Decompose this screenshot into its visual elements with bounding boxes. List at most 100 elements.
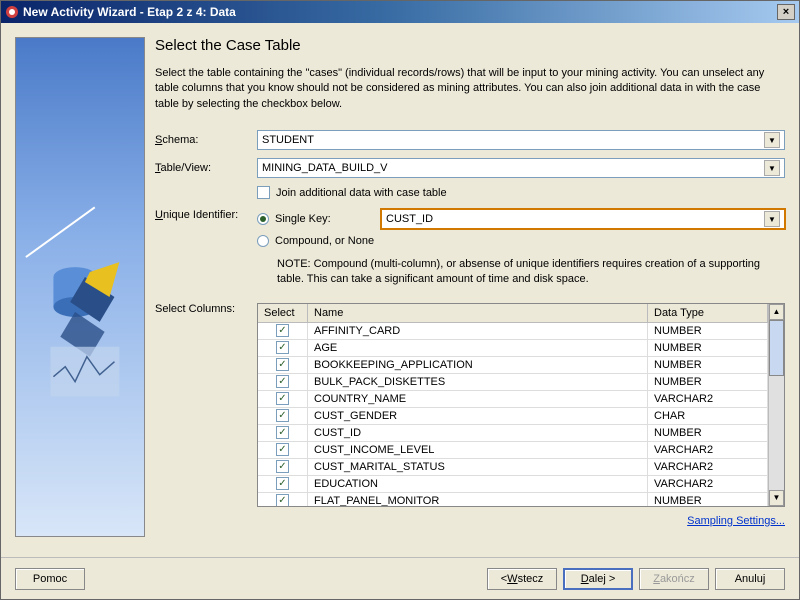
scrollbar-thumb[interactable] xyxy=(769,320,784,376)
join-checkbox[interactable] xyxy=(257,186,270,199)
row-select-cell: ✓ xyxy=(258,340,308,356)
row-type-cell: VARCHAR2 xyxy=(648,459,768,475)
row-select-cell: ✓ xyxy=(258,442,308,458)
finish-button: Zakończ xyxy=(639,568,709,590)
sampling-settings-link[interactable]: Sampling Settings... xyxy=(155,515,785,527)
select-columns-label: Select Columns: xyxy=(155,303,249,315)
row-type-cell: NUMBER xyxy=(648,493,768,506)
row-checkbox[interactable]: ✓ xyxy=(276,443,289,456)
scroll-down-icon[interactable]: ▼ xyxy=(769,490,784,506)
row-type-cell: CHAR xyxy=(648,408,768,424)
table-row[interactable]: ✓ CUST_GENDERCHAR xyxy=(258,408,768,425)
table-row[interactable]: ✓AGENUMBER xyxy=(258,340,768,357)
next-button[interactable]: Dalej > xyxy=(563,568,633,590)
columns-grid-wrap: Select Name Data Type ✓AFFINITY_CARDNUMB… xyxy=(257,303,785,507)
compound-row: Compound, or None xyxy=(257,235,785,247)
compound-radio[interactable] xyxy=(257,235,269,247)
page-heading: Select the Case Table xyxy=(155,37,785,54)
compound-label: Compound, or None xyxy=(275,235,374,247)
table-row[interactable]: ✓AFFINITY_CARDNUMBER xyxy=(258,323,768,340)
row-select-cell: ✓ xyxy=(258,425,308,441)
row-name-cell: AGE xyxy=(308,340,648,356)
window-title: New Activity Wizard - Etap 2 z 4: Data xyxy=(23,5,777,19)
row-checkbox[interactable]: ✓ xyxy=(276,426,289,439)
table-row: Table/View: MINING_DATA_BUILD_V ▼ xyxy=(155,158,785,178)
help-button[interactable]: Pomoc xyxy=(15,568,85,590)
table-row[interactable]: ✓ CUST_INCOME_LEVELVARCHAR2 xyxy=(258,442,768,459)
row-checkbox[interactable]: ✓ xyxy=(276,324,289,337)
row-name-cell: EDUCATION xyxy=(308,476,648,492)
table-row[interactable]: ✓ EDUCATIONVARCHAR2 xyxy=(258,476,768,493)
join-checkbox-row: Join additional data with case table xyxy=(257,186,785,199)
row-name-cell: BOOKKEEPING_APPLICATION xyxy=(308,357,648,373)
wizard-window: New Activity Wizard - Etap 2 z 4: Data × xyxy=(0,0,800,600)
row-type-cell: VARCHAR2 xyxy=(648,442,768,458)
table-row[interactable]: ✓ COUNTRY_NAMEVARCHAR2 xyxy=(258,391,768,408)
uid-label: Unique Identifier: xyxy=(155,209,249,221)
row-checkbox[interactable]: ✓ xyxy=(276,477,289,490)
cancel-button[interactable]: Anuluj xyxy=(715,568,785,590)
single-key-value: CUST_ID xyxy=(386,213,433,225)
dropdown-arrow-icon: ▼ xyxy=(764,132,780,148)
col-header-data-type[interactable]: Data Type xyxy=(648,304,768,322)
table-row[interactable]: ✓CUST_MARITAL_STATUSVARCHAR2 xyxy=(258,459,768,476)
app-icon xyxy=(5,5,19,19)
row-checkbox[interactable]: ✓ xyxy=(276,375,289,388)
single-key-row: Single Key: CUST_ID ▼ xyxy=(257,209,785,229)
row-type-cell: NUMBER xyxy=(648,323,768,339)
row-name-cell: CUST_ID xyxy=(308,425,648,441)
schema-value: STUDENT xyxy=(262,134,314,146)
body: Select the Case Table Select the table c… xyxy=(1,23,799,557)
row-type-cell: NUMBER xyxy=(648,374,768,390)
row-select-cell: ✓ xyxy=(258,459,308,475)
titlebar: New Activity Wizard - Etap 2 z 4: Data × xyxy=(1,1,799,23)
row-select-cell: ✓ xyxy=(258,476,308,492)
page-description: Select the table containing the "cases" … xyxy=(155,66,785,112)
back-button[interactable]: < Wstecz xyxy=(487,568,557,590)
scrollbar-track[interactable] xyxy=(769,320,784,490)
col-header-select[interactable]: Select xyxy=(258,304,308,322)
row-select-cell: ✓ xyxy=(258,374,308,390)
dropdown-arrow-icon: ▼ xyxy=(764,160,780,176)
scroll-up-icon[interactable]: ▲ xyxy=(769,304,784,320)
single-key-radio[interactable] xyxy=(257,213,269,225)
single-key-dropdown[interactable]: CUST_ID ▼ xyxy=(381,209,785,229)
row-select-cell: ✓ xyxy=(258,493,308,506)
row-name-cell: COUNTRY_NAME xyxy=(308,391,648,407)
row-type-cell: VARCHAR2 xyxy=(648,476,768,492)
main-panel: Select the Case Table Select the table c… xyxy=(155,37,785,543)
row-name-cell: CUST_GENDER xyxy=(308,408,648,424)
grid-scrollbar[interactable]: ▲ ▼ xyxy=(768,304,784,506)
table-row[interactable]: ✓ BULK_PACK_DISKETTESNUMBER xyxy=(258,374,768,391)
row-type-cell: NUMBER xyxy=(648,425,768,441)
row-checkbox[interactable]: ✓ xyxy=(276,409,289,422)
col-header-name[interactable]: Name xyxy=(308,304,648,322)
row-checkbox[interactable]: ✓ xyxy=(276,392,289,405)
uid-row: Unique Identifier: Single Key: CUST_ID ▼… xyxy=(155,209,785,247)
table-row[interactable]: ✓BOOKKEEPING_APPLICATIONNUMBER xyxy=(258,357,768,374)
row-checkbox[interactable]: ✓ xyxy=(276,341,289,354)
row-select-cell: ✓ xyxy=(258,391,308,407)
join-label: Join additional data with case table xyxy=(276,187,447,199)
row-select-cell: ✓ xyxy=(258,323,308,339)
table-row[interactable]: ✓ FLAT_PANEL_MONITORNUMBER xyxy=(258,493,768,506)
row-checkbox[interactable]: ✓ xyxy=(276,358,289,371)
row-checkbox[interactable]: ✓ xyxy=(276,494,289,506)
table-value: MINING_DATA_BUILD_V xyxy=(262,162,388,174)
table-dropdown[interactable]: MINING_DATA_BUILD_V ▼ xyxy=(257,158,785,178)
row-type-cell: VARCHAR2 xyxy=(648,391,768,407)
grid-body: ✓AFFINITY_CARDNUMBER✓AGENUMBER✓BOOKKEEPI… xyxy=(258,323,768,506)
row-name-cell: FLAT_PANEL_MONITOR xyxy=(308,493,648,506)
columns-grid: Select Name Data Type ✓AFFINITY_CARDNUMB… xyxy=(258,304,768,506)
schema-row: Schema: STUDENT ▼ xyxy=(155,130,785,150)
table-row[interactable]: ✓ CUST_IDNUMBER xyxy=(258,425,768,442)
close-button[interactable]: × xyxy=(777,4,795,20)
row-checkbox[interactable]: ✓ xyxy=(276,460,289,473)
schema-dropdown[interactable]: STUDENT ▼ xyxy=(257,130,785,150)
table-label: Table/View: xyxy=(155,162,249,174)
schema-label: Schema: xyxy=(155,134,249,146)
row-select-cell: ✓ xyxy=(258,357,308,373)
row-name-cell: CUST_INCOME_LEVEL xyxy=(308,442,648,458)
row-name-cell: BULK_PACK_DISKETTES xyxy=(308,374,648,390)
single-key-label: Single Key: xyxy=(275,213,375,225)
